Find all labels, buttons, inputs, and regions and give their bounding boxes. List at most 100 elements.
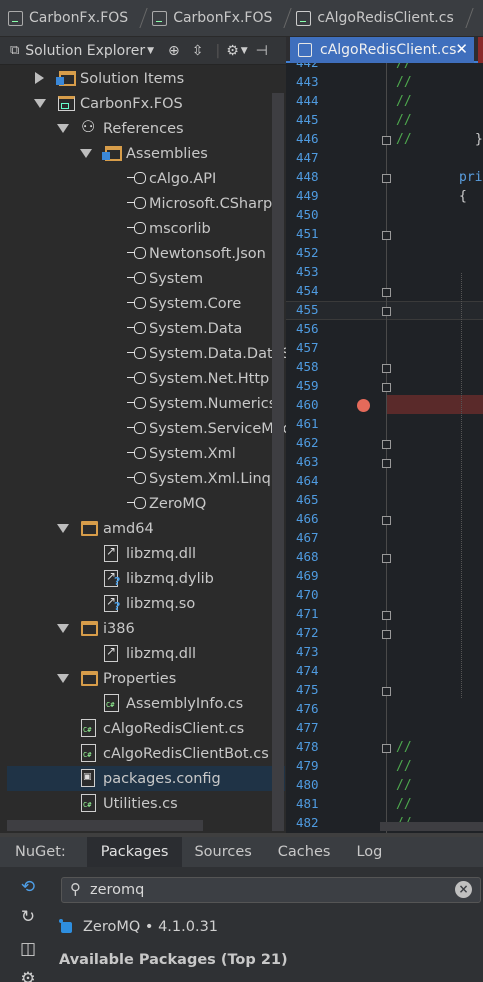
tree-item-file[interactable]: Utilities.cs [0,791,286,816]
fold-marker-icon[interactable] [382,440,391,449]
solution-tree: Solution Items CarbonFx.FOS References A… [0,65,286,835]
tab-log[interactable]: Log [348,837,390,867]
chevron-down-icon[interactable] [57,524,69,533]
fold-marker-icon[interactable] [382,630,391,639]
tree-label: AssemblyInfo.cs [126,695,244,712]
update-icon[interactable]: ↻ [18,907,38,927]
chevron-down-icon[interactable] [80,149,92,158]
config-file-icon [81,769,95,787]
missing-file-icon [104,569,120,588]
tree-item-reference[interactable]: mscorlib [0,216,286,241]
breadcrumb-item-file[interactable]: cAlgoRedisClient.cs [296,10,457,26]
pin-icon[interactable]: ⊣ [256,43,268,59]
fold-marker-icon[interactable] [382,459,391,468]
tree-vertical-scrollbar[interactable] [272,93,284,831]
tree-item-file[interactable]: libzmq.so [0,591,286,616]
fold-marker-icon[interactable] [382,383,391,392]
code-comment: // [396,94,412,109]
refresh-icon[interactable]: ⟲ [18,877,38,897]
fold-marker-icon[interactable] [382,174,391,183]
tab-packages[interactable]: Packages [86,837,183,867]
tree-item-reference[interactable]: Newtonsoft.Json [0,241,286,266]
tree-item-reference[interactable]: System.ServiceModel [0,416,286,441]
breadcrumb-item-solution[interactable]: CarbonFx.FOS [8,10,132,26]
tree-item-reference[interactable]: System.Xml.Linq [0,466,286,491]
tab-sources[interactable]: Sources [186,837,259,867]
breadcrumb-label: CarbonFx.FOS [173,10,273,26]
fold-marker-icon[interactable] [382,288,391,297]
tree-label: System.ServiceModel [149,420,286,437]
collapse-all-icon[interactable]: ⇳ [192,43,204,59]
code-editor[interactable]: 442 443 444 445 446 447 448 449 450 451 452 453 454 4… [286,63,483,833]
tree-item-project[interactable]: CarbonFx.FOS [0,91,286,116]
breadcrumb-separator [274,8,293,28]
assembly-reference-icon [127,172,146,184]
chevron-down-icon[interactable] [57,624,69,633]
tree-item-folder-amd64[interactable]: amd64 [0,516,286,541]
folder-icon [81,621,98,636]
chevron-right-icon[interactable] [35,72,44,84]
tree-label: System.Xml.Linq [149,470,271,487]
breadcrumb-item-project[interactable]: CarbonFx.FOS [152,10,276,26]
tree-item-reference[interactable]: ZeroMQ [0,491,286,516]
editor-horizontal-scrollbar[interactable] [380,822,483,831]
tree-item-reference[interactable]: System.Data.DataSetExtensions [0,341,286,366]
settings-icon[interactable]: ⚙ [18,969,38,982]
fold-marker-icon[interactable] [382,554,391,563]
line-number: 474 [296,663,319,678]
tree-item-folder-properties[interactable]: Properties [0,666,286,691]
chevron-down-icon[interactable] [57,124,69,133]
tree-item-file-selected[interactable]: packages.config [7,766,285,791]
close-icon[interactable]: ✕ [455,40,468,58]
tree-item-solution-items[interactable]: Solution Items [0,66,286,91]
tree-item-reference[interactable]: cAlgo.API [0,166,286,191]
panel-icon[interactable]: ◫ [18,939,38,959]
folder-icon [81,671,98,686]
tree-label: System.Numerics [149,395,277,412]
fold-marker-icon[interactable] [382,516,391,525]
fold-marker-icon[interactable] [382,136,391,145]
tree-item-reference[interactable]: System [0,266,286,291]
tree-item-references[interactable]: References [0,116,286,141]
tree-item-reference[interactable]: System.Xml [0,441,286,466]
tree-item-reference[interactable]: System.Net.Http [0,366,286,391]
tree-item-reference[interactable]: System.Numerics [0,391,286,416]
fold-marker-icon[interactable] [382,231,391,240]
chevron-down-icon[interactable] [34,99,46,108]
fold-marker-icon[interactable] [382,744,391,753]
solution-explorer-title[interactable]: Solution Explorer [25,43,145,59]
tree-item-file[interactable]: libzmq.dll [0,641,286,666]
breakpoint-icon[interactable] [357,399,370,412]
tree-item-file[interactable]: AssemblyInfo.cs [0,691,286,716]
nuget-package-icon [59,919,75,935]
fold-marker-icon[interactable] [382,364,391,373]
fold-marker-icon[interactable] [382,307,391,316]
tree-item-file[interactable]: cAlgoRedisClient.cs [0,716,286,741]
search-input[interactable] [90,880,450,900]
tree-item-file[interactable]: cAlgoRedisClientBot.cs [0,741,286,766]
tree-item-assemblies[interactable]: Assemblies [0,141,286,166]
chevron-down-icon[interactable] [57,674,69,683]
assembly-reference-icon [127,297,146,309]
tree-item-reference[interactable]: System.Data [0,316,286,341]
clear-search-icon[interactable]: × [455,881,472,898]
tree-item-reference[interactable]: Microsoft.CSharp [0,191,286,216]
tab-caches[interactable]: Caches [270,837,339,867]
fold-marker-icon[interactable] [382,687,391,696]
code-comment: // [396,740,412,755]
tree-item-folder-i386[interactable]: i386 [0,616,286,641]
gear-icon[interactable]: ⚙ [226,43,239,59]
tree-item-file[interactable]: libzmq.dll [0,541,286,566]
package-item[interactable]: ZeroMQ • 4.1.0.31 [59,919,218,935]
solution-folder-icon [56,71,76,86]
tree-horizontal-scrollbar[interactable] [7,820,203,831]
tree-item-reference[interactable]: System.Core [0,291,286,316]
chevron-down-icon[interactable]: ▼ [241,46,248,56]
line-number: 481 [296,796,319,811]
locate-icon[interactable]: ⊕ [168,43,180,59]
tab-calgoredisclient[interactable]: cAlgoRedisClient.cs ✕ [290,37,474,63]
fold-marker-icon[interactable] [382,611,391,620]
line-number: 469 [296,568,319,583]
tree-item-file[interactable]: libzmq.dylib [0,566,286,591]
chevron-down-icon[interactable]: ▼ [147,46,154,56]
